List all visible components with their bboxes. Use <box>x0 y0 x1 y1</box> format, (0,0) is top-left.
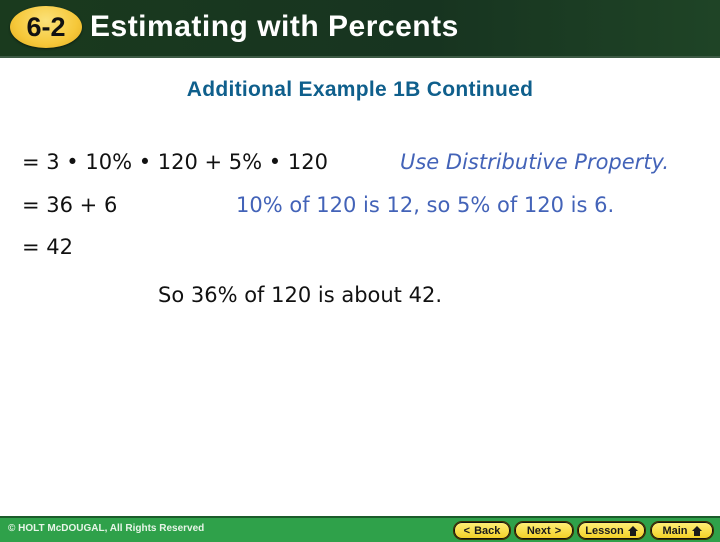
back-label: Back <box>474 524 501 537</box>
main-label: Main <box>662 524 688 537</box>
back-button[interactable]: < Back <box>453 521 511 540</box>
conclusion-text: So 36% of 120 is about 42. <box>158 283 442 307</box>
step-2-note: 10% of 120 is 12, so 5% of 120 is 6. <box>236 193 615 217</box>
lesson-label: Lesson <box>585 524 624 537</box>
chevron-right-icon: > <box>554 524 562 537</box>
example-subtitle: Additional Example 1B Continued <box>186 78 534 101</box>
step-1-expression: = 3 • 10% • 120 + 5% • 120 <box>22 150 328 174</box>
next-label: Next <box>526 524 551 537</box>
chevron-left-icon: < <box>463 524 471 537</box>
lesson-number-badge: 6-2 <box>10 6 82 48</box>
step-1-note: Use Distributive Property. <box>400 150 670 174</box>
copyright-text: © HOLT McDOUGAL, All Rights Reserved <box>8 523 205 534</box>
slide-footer: © HOLT McDOUGAL, All Rights Reserved < B… <box>0 516 720 542</box>
next-button[interactable]: Next > <box>514 521 574 540</box>
main-button[interactable]: Main <box>650 521 714 540</box>
step-2-expression: = 36 + 6 <box>22 193 118 217</box>
step-3-expression: = 42 <box>22 235 73 259</box>
home-icon <box>627 525 638 536</box>
slide-header: 6-2 Estimating with Percents <box>0 0 720 58</box>
home-icon <box>691 525 702 536</box>
lesson-title: Estimating with Percents <box>90 10 459 43</box>
lesson-button[interactable]: Lesson <box>577 521 646 540</box>
